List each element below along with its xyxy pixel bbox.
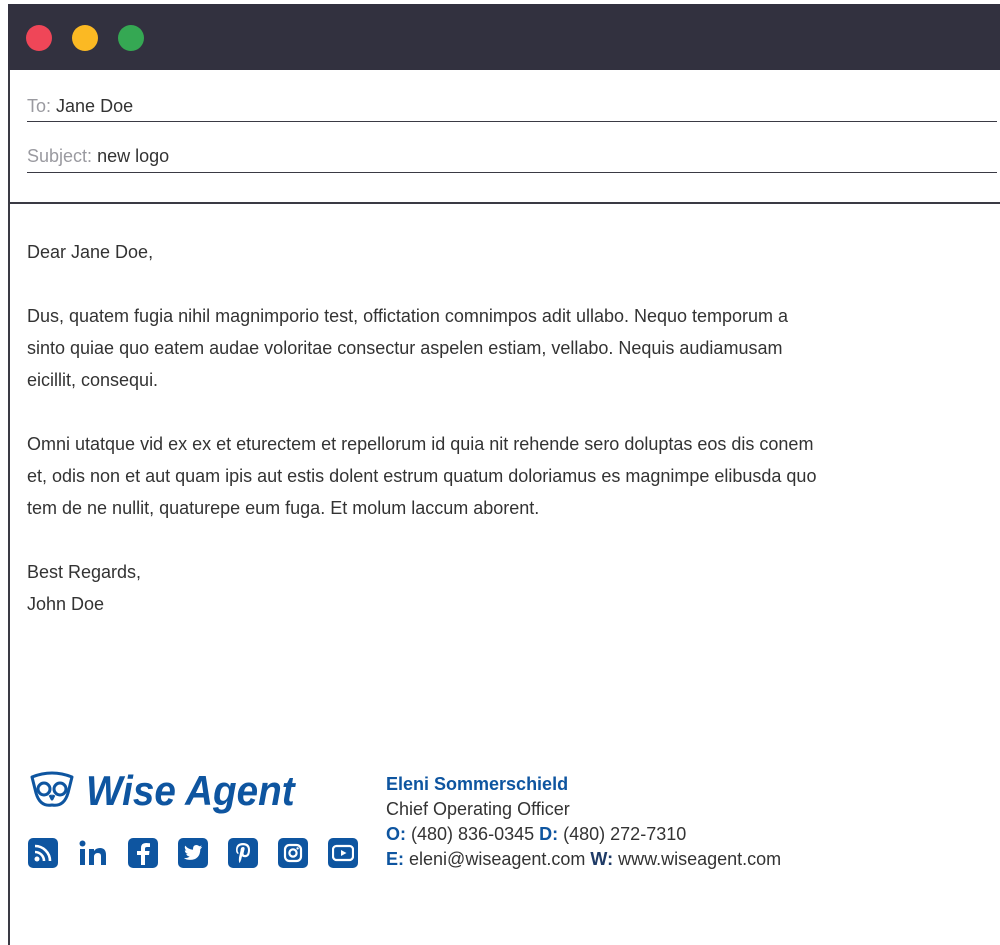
closing: Best Regards,	[27, 562, 142, 582]
facebook-icon[interactable]	[128, 838, 158, 868]
direct-phone[interactable]: (480) 272-7310	[563, 824, 686, 844]
header-divider	[8, 202, 1000, 204]
signature-name: Eleni Sommerschield	[386, 774, 569, 794]
youtube-icon[interactable]	[328, 838, 358, 868]
pinterest-icon[interactable]	[228, 838, 258, 868]
signature-phones: O: (480) 836-0345 D: (480) 272-7310	[386, 822, 781, 847]
subject-label: Subject:	[27, 146, 93, 166]
wise-agent-logo: Wise Agent	[28, 766, 313, 816]
web-label: W:	[590, 849, 614, 869]
minimize-window-button[interactable]	[72, 25, 98, 51]
subject-field[interactable]: Subject: new logo	[27, 144, 997, 173]
title-bar	[8, 4, 1000, 70]
email-body[interactable]: Dear Jane Doe, Dus, quatem fugia nihil m…	[27, 236, 827, 620]
close-window-button[interactable]	[26, 25, 52, 51]
maximize-window-button[interactable]	[118, 25, 144, 51]
twitter-icon[interactable]	[178, 838, 208, 868]
email-label: E:	[386, 849, 404, 869]
sender-name: John Doe	[27, 594, 105, 614]
direct-label: D:	[539, 824, 559, 844]
signature-website[interactable]: www.wiseagent.com	[618, 849, 781, 869]
social-icons	[28, 838, 358, 868]
to-field[interactable]: To: Jane Doe	[27, 94, 997, 122]
linkedin-icon[interactable]	[78, 838, 108, 868]
signature-title: Chief Operating Officer	[386, 799, 570, 819]
rss-icon[interactable]	[28, 838, 58, 868]
signature-email[interactable]: eleni@wiseagent.com	[409, 849, 585, 869]
owl-icon	[30, 771, 74, 807]
email-window: To: Jane Doe Subject: new logo Dear Jane…	[8, 4, 1000, 945]
to-value[interactable]: Jane Doe	[56, 96, 133, 116]
instagram-icon[interactable]	[278, 838, 308, 868]
signature-contacts: E: eleni@wiseagent.com W: www.wiseagent.…	[386, 847, 781, 872]
signature-block: Eleni Sommerschield Chief Operating Offi…	[386, 772, 781, 872]
office-phone[interactable]: (480) 836-0345	[411, 824, 534, 844]
body-paragraph-1: Dus, quatem fugia nihil magnimporio test…	[27, 306, 789, 390]
body-paragraph-2: Omni utatque vid ex ex et eturectem et r…	[27, 434, 817, 518]
subject-value[interactable]: new logo	[97, 146, 169, 166]
to-label: To:	[27, 96, 52, 116]
greeting: Dear Jane Doe,	[27, 242, 154, 262]
logo-text: Wise Agent	[86, 767, 295, 814]
office-label: O:	[386, 824, 406, 844]
